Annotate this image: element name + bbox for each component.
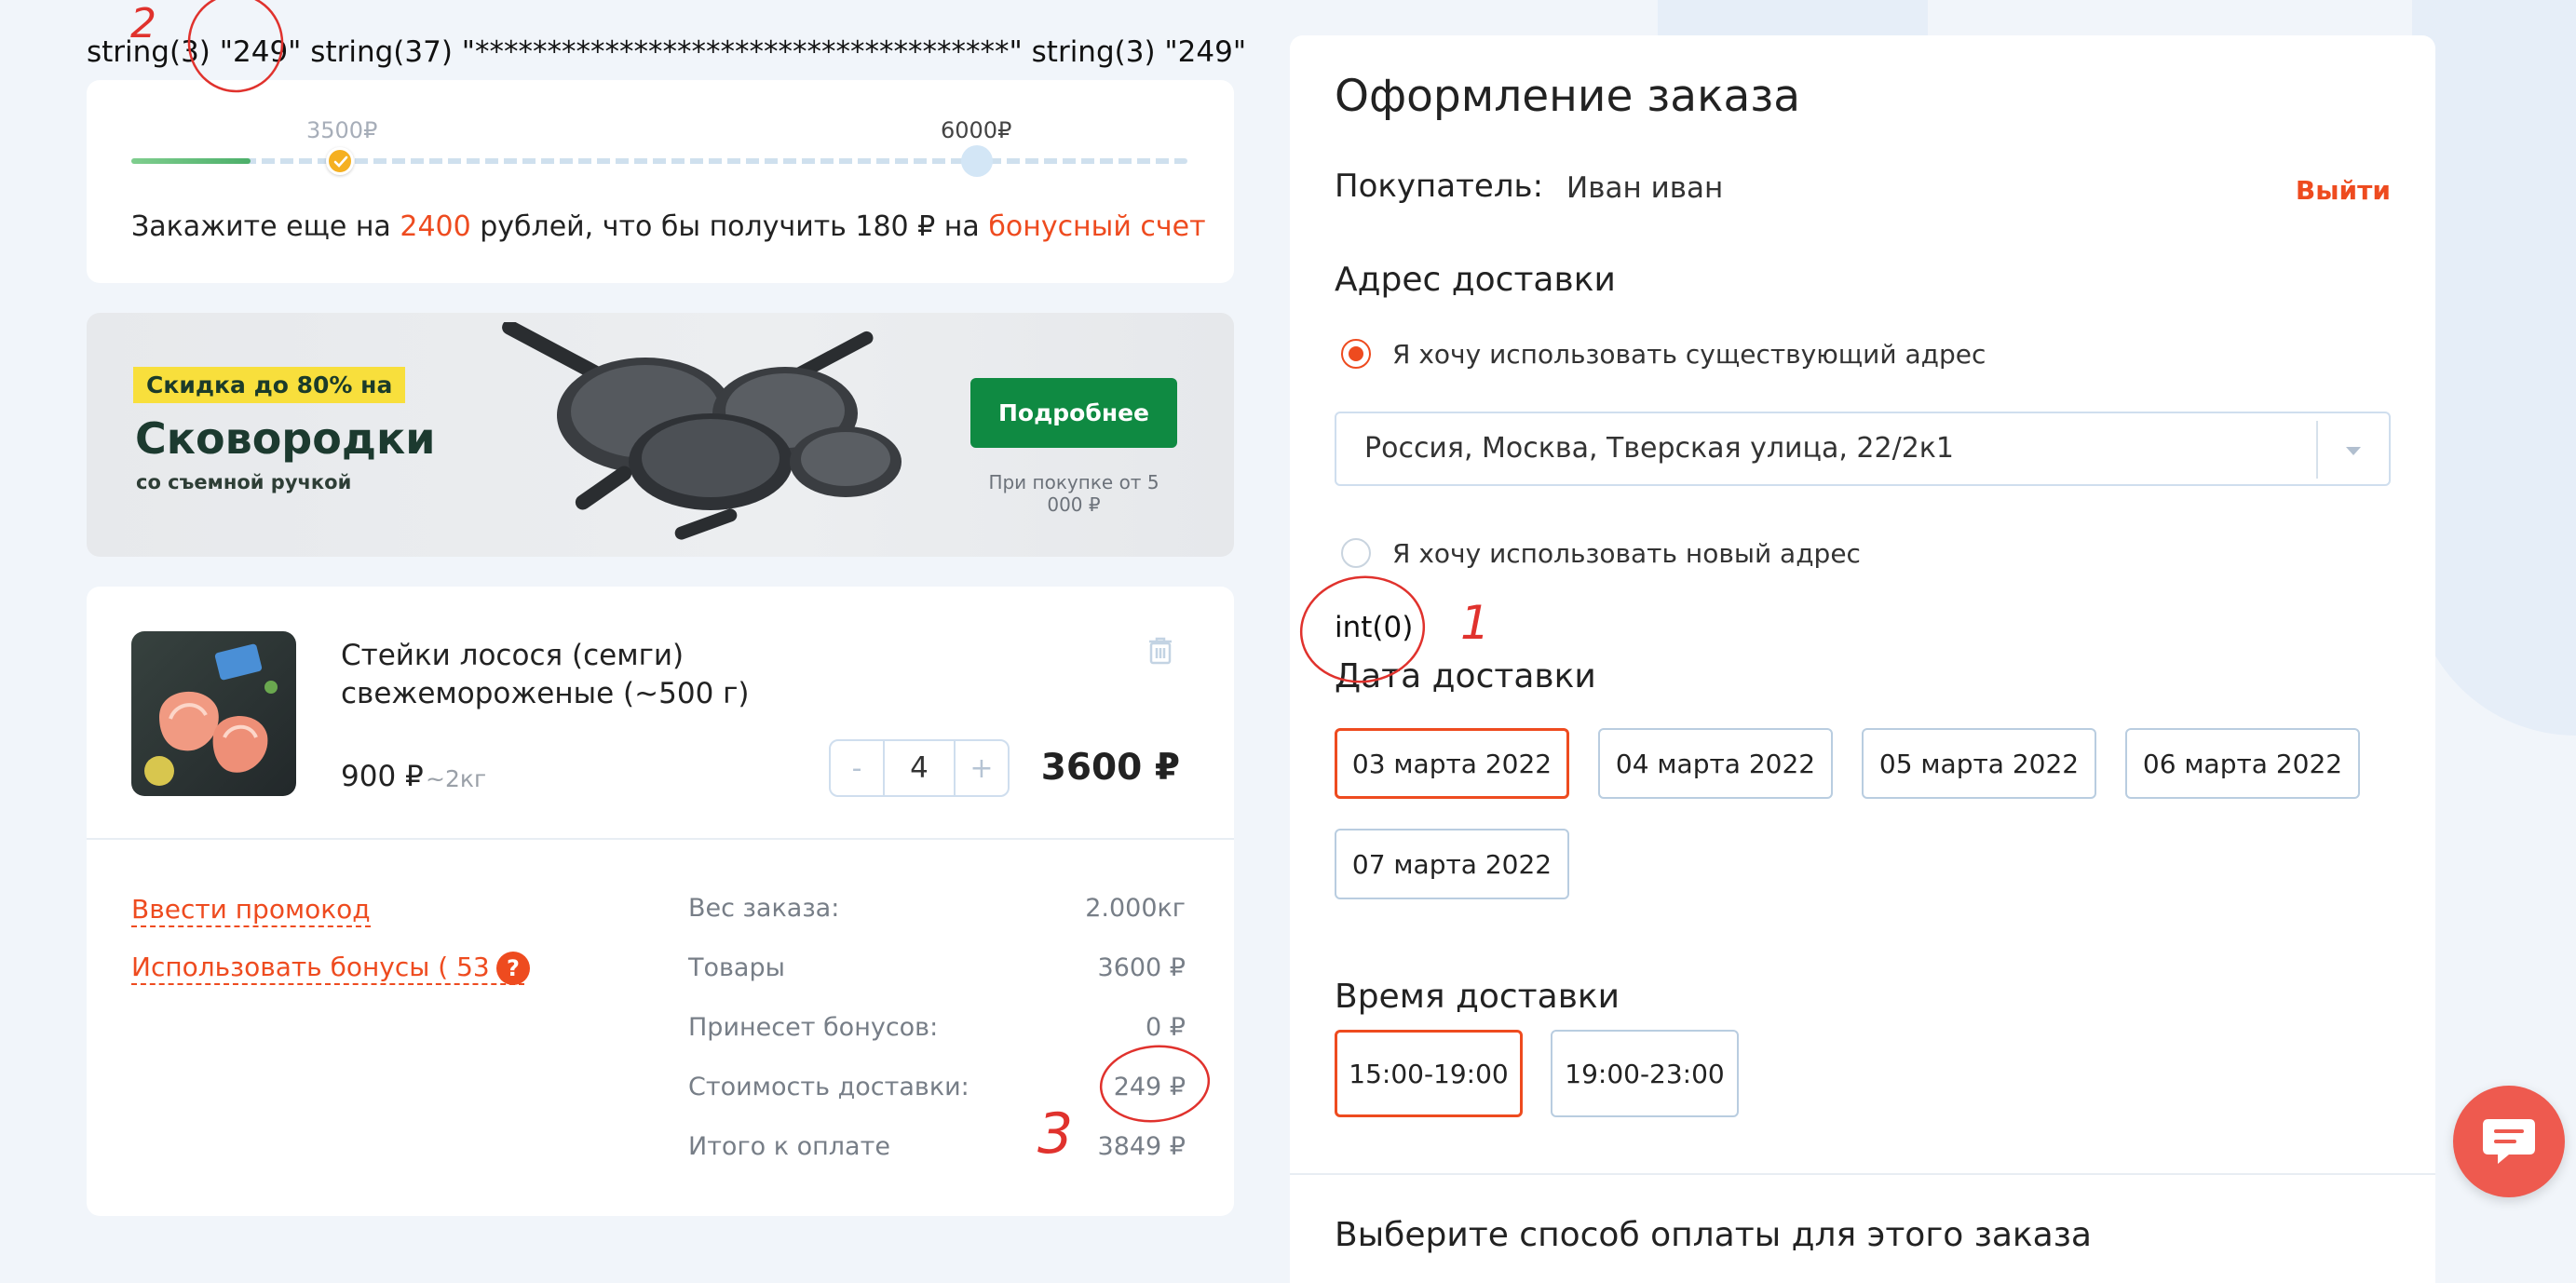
- bonus-account-link[interactable]: бонусный счет: [988, 210, 1205, 243]
- increase-button[interactable]: +: [954, 739, 1010, 797]
- banner-badge: Скидка до 80% на: [133, 367, 406, 403]
- check-icon: [333, 155, 348, 168]
- date-option-0[interactable]: 03 марта 2022: [1335, 728, 1569, 799]
- logout-link[interactable]: Выйти: [2296, 175, 2391, 206]
- product-price: 900 ₽: [341, 760, 424, 793]
- payment-heading: Выберите способ оплаты для этого заказа: [1335, 1216, 2092, 1254]
- time-heading: Время доставки: [1335, 978, 1620, 1016]
- background-shape: [1658, 0, 1928, 37]
- chat-bubble-icon: [2483, 1119, 2535, 1164]
- salmon-steak-image: [144, 643, 278, 786]
- progress-marker-next: [961, 145, 993, 177]
- quantity-value[interactable]: 4: [885, 739, 954, 797]
- product-image[interactable]: [131, 631, 296, 796]
- existing-address-label[interactable]: Я хочу использовать существующий адрес: [1392, 339, 1986, 370]
- chevron-down-icon[interactable]: [2346, 447, 2361, 455]
- banner-note: При покупке от 5 000 ₽: [988, 471, 1159, 516]
- date-option-3[interactable]: 06 марта 2022: [2125, 728, 2360, 799]
- debug-output: string(3) "249" string(37) "************…: [87, 35, 1247, 69]
- progress-marker-reached: [326, 147, 354, 175]
- address-select[interactable]: Россия, Москва, Тверская улица, 22/2к1: [1335, 412, 2391, 486]
- divider: [1290, 1173, 2435, 1175]
- address-select-value: Россия, Москва, Тверская улица, 22/2к1: [1364, 432, 1955, 465]
- cart-card: Стейки лосося (семги) свежемороженые (~5…: [87, 587, 1234, 1216]
- decrease-button[interactable]: -: [829, 739, 885, 797]
- page-title: Оформление заказа: [1335, 71, 1801, 122]
- progress-mark-3500: 3500₽: [306, 117, 378, 143]
- existing-address-radio[interactable]: [1341, 339, 1371, 369]
- use-bonuses-link[interactable]: Использовать бонусы ( 53 ₽): [131, 952, 525, 985]
- select-divider: [2316, 421, 2318, 479]
- date-heading: Дата доставки: [1335, 657, 1596, 696]
- summary-row-delivery: Стоимость доставки: 249 ₽: [688, 1073, 1186, 1101]
- banner-subtitle: со съемной ручкой: [136, 471, 352, 493]
- divider: [87, 838, 1234, 840]
- summary-row-weight: Вес заказа: 2.000кг: [688, 894, 1186, 923]
- checkout-panel: Оформление заказа Покупатель: Иван иван …: [1290, 35, 2435, 1283]
- date-option-4[interactable]: 07 марта 2022: [1335, 829, 1569, 899]
- time-option-0[interactable]: 15:00-19:00: [1335, 1030, 1523, 1117]
- summary-row-bonuses: Принесет бонусов: 0 ₽: [688, 1013, 1186, 1042]
- product-name[interactable]: Стейки лосося (семги) свежемороженые (~5…: [341, 637, 779, 713]
- help-icon[interactable]: ?: [496, 952, 530, 985]
- new-address-radio[interactable]: [1341, 538, 1371, 568]
- address-heading: Адрес доставки: [1335, 261, 1616, 299]
- buyer-label: Покупатель:: [1335, 168, 1544, 205]
- background-shape: [2412, 0, 2576, 736]
- summary-row-total: Итого к оплате 3849 ₽: [688, 1132, 1186, 1161]
- product-weight: ~2кг: [426, 765, 487, 792]
- progress-mark-6000: 6000₽: [941, 117, 1012, 143]
- chat-button[interactable]: [2453, 1086, 2565, 1197]
- summary-row-goods: Товары 3600 ₽: [688, 953, 1186, 982]
- time-option-1[interactable]: 19:00-23:00: [1551, 1030, 1739, 1117]
- bonus-progress-card: 3500₽ 6000₽ Закажите еще на 2400 рублей,…: [87, 80, 1234, 283]
- date-option-2[interactable]: 05 марта 2022: [1862, 728, 2096, 799]
- remaining-amount: 2400: [400, 210, 471, 243]
- trash-icon[interactable]: [1148, 637, 1173, 665]
- frying-pans-image: [502, 322, 902, 540]
- quantity-stepper: - 4 +: [829, 739, 1010, 797]
- progress-track: [131, 158, 1187, 164]
- line-total: 3600 ₽: [1040, 747, 1180, 789]
- buyer-name: Иван иван: [1566, 171, 1724, 205]
- promo-banner[interactable]: Скидка до 80% на Сковородки со съемной р…: [87, 313, 1234, 557]
- banner-more-button[interactable]: Подробнее: [970, 378, 1177, 448]
- progress-fill: [131, 158, 251, 164]
- new-address-label[interactable]: Я хочу использовать новый адрес: [1392, 538, 1861, 569]
- enter-promo-link[interactable]: Ввести промокод: [131, 894, 371, 927]
- banner-title: Сковородки: [135, 413, 436, 464]
- bonus-progress-text: Закажите еще на 2400 рублей, что бы полу…: [131, 210, 1206, 243]
- debug-int: int(0): [1335, 611, 1414, 644]
- date-option-1[interactable]: 04 марта 2022: [1598, 728, 1833, 799]
